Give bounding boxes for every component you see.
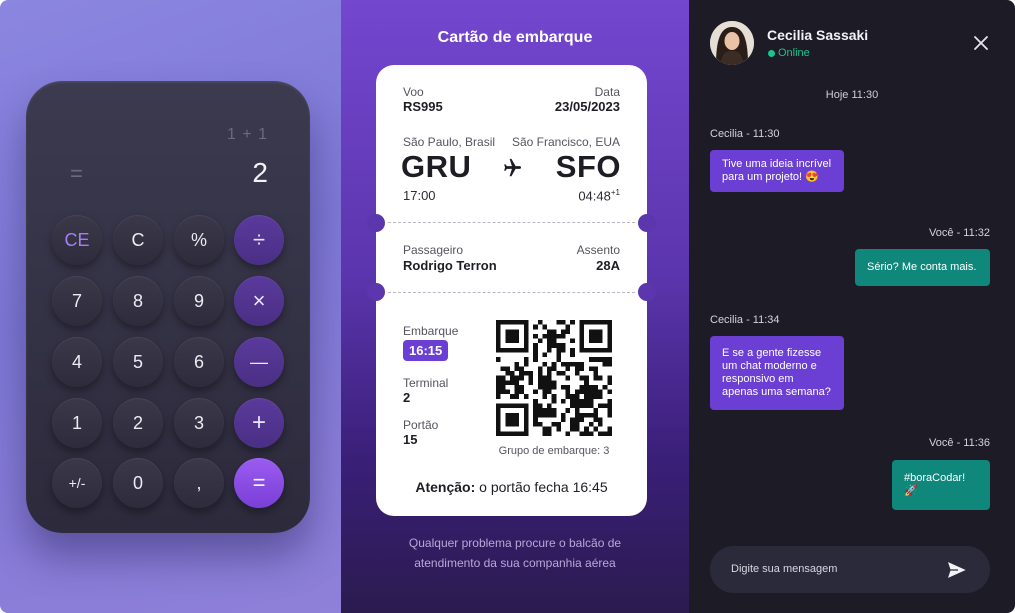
arrival-time-group: 04:48+1 [578,188,620,203]
comma-button[interactable]: , [174,458,224,508]
help-footer: Qualquer problema procure o balcão de at… [408,536,622,570]
multiply-button[interactable]: × [234,276,284,326]
departure-time: 17:00 [403,188,436,203]
message-meta: Você - 11:36 [929,437,990,449]
terminal-number: 2 [403,390,411,405]
day-separator: Hoje 11:30 [825,89,879,101]
arrival-day-offset: +1 [610,188,620,197]
message-meta: Cecilia - 11:34 [710,314,780,326]
ticket-notch [638,283,656,301]
boarding-time-badge: 16:15 [403,340,449,361]
avatar[interactable] [710,21,754,65]
plus-minus-button[interactable]: +/- [52,458,102,508]
digit-6-button[interactable]: 6 [174,337,224,387]
digit-8-button[interactable]: 8 [113,276,163,326]
warning-text: o portão fecha 16:45 [475,479,608,495]
digit-1-button[interactable]: 1 [52,398,102,448]
message-bubble: Tive uma ideia incrível para um projeto!… [710,150,844,192]
message-bubble: #boraCodar! 🚀 [892,460,990,510]
boarding-pass-panel: Cartão de embarque Voo RS995 Data 23/05/… [341,0,689,613]
online-status-dot [768,50,775,57]
message-meta: Cecilia - 11:30 [710,128,780,140]
clear-entry-button[interactable]: CE [52,215,102,265]
qr-code-icon [496,320,612,436]
date-label: Data [594,85,620,99]
send-icon[interactable] [945,558,969,582]
divide-button[interactable]: ÷ [234,215,284,265]
clear-button[interactable]: C [113,215,163,265]
destination-code: SFO [555,149,621,184]
contact-name: Cecilia Sassaki [767,27,869,43]
calculator-result: 2 [252,157,268,188]
gate-label: Portão [403,418,439,432]
passenger-label: Passageiro [403,243,464,257]
digit-5-button[interactable]: 5 [113,337,163,387]
ticket-notch [367,283,385,301]
gate-warning: Atenção: o portão fecha 16:45 [376,479,647,495]
boarding-label: Embarque [403,324,459,338]
seat-label: Assento [576,243,620,257]
seat-number: 28A [596,258,620,273]
calculator-panel: 1 + 1 = 2 CE C % ÷ 7 8 9 × 4 5 6 — 1 2 3… [0,0,341,613]
warning-label: Atenção: [415,479,476,495]
ticket-divider [388,222,635,223]
boarding-ticket: Voo RS995 Data 23/05/2023 São Paulo, Bra… [367,65,656,516]
airplane-icon [504,158,522,177]
ticket-notch [638,214,656,232]
avatar-portrait [710,21,754,65]
gate-number: 15 [403,432,418,447]
boarding-pass-title: Cartão de embarque [437,29,593,46]
message-input[interactable] [731,560,931,578]
origin-code: GRU [401,149,472,184]
equals-button[interactable]: = [234,458,284,508]
calculator-expression: 1 + 1 [226,126,268,143]
plus-button[interactable]: + [234,398,284,448]
flight-date: 23/05/2023 [554,99,620,114]
arrival-time: 04:48 [578,188,611,204]
contact-status: Online [778,47,810,59]
message-composer [710,546,990,593]
message-meta: Você - 11:32 [929,227,990,239]
ticket-notch [367,214,385,232]
digit-7-button[interactable]: 7 [52,276,102,326]
message-bubble: E se a gente fizesse um chat moderno e r… [710,336,844,410]
percent-button[interactable]: % [174,215,224,265]
calculator-equals-sign: = [70,161,83,186]
digit-2-button[interactable]: 2 [113,398,163,448]
passenger-name: Rodrigo Terron [403,258,497,273]
minus-button[interactable]: — [234,337,284,387]
chat-panel: Cecilia Sassaki Online Hoje 11:30 Cecili… [689,0,1015,613]
destination-city: São Francisco, EUA [511,135,620,149]
digit-4-button[interactable]: 4 [52,337,102,387]
ticket-divider [388,292,635,293]
digit-3-button[interactable]: 3 [174,398,224,448]
terminal-label: Terminal [403,376,449,390]
flight-number: RS995 [403,99,443,114]
boarding-group: Grupo de embarque: 3 [498,445,610,457]
calculator: 1 + 1 = 2 CE C % ÷ 7 8 9 × 4 5 6 — 1 2 3… [26,81,310,533]
message-bubble: Sério? Me conta mais. [855,249,990,286]
digit-0-button[interactable]: 0 [113,458,163,508]
close-icon[interactable] [972,34,990,52]
origin-city: São Paulo, Brasil [403,135,496,149]
flight-label: Voo [403,85,424,99]
digit-9-button[interactable]: 9 [174,276,224,326]
